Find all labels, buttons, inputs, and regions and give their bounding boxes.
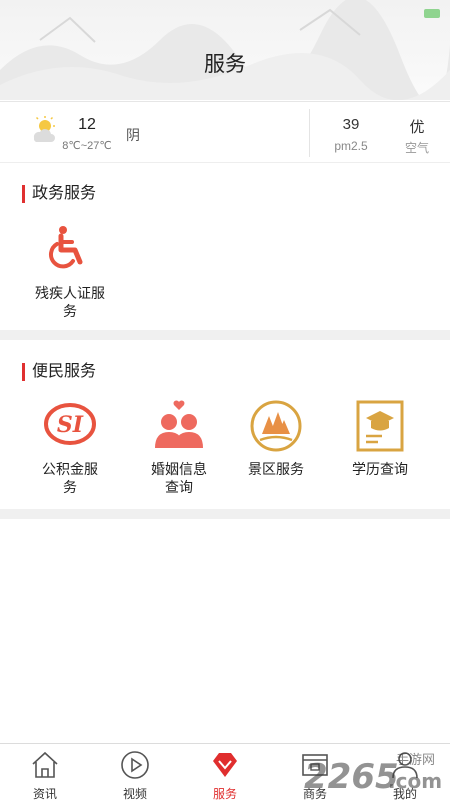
education-query[interactable]: 学历查询 [330,398,430,478]
scenic-area-service[interactable]: 景区服务 [226,398,326,478]
housing-fund-label: 公积金服务 [42,461,98,495]
education-query-label: 学历查询 [352,461,408,477]
tab-video-label: 视频 [122,787,147,800]
temperature-range: 8℃~27℃ [62,140,112,152]
marriage-info-label: 婚姻信息查询 [151,461,207,495]
page-title: 服务 [204,53,246,76]
page-header: 服务 [0,0,450,100]
tab-service[interactable]: 服务 [180,744,270,800]
site-watermark-logo: 2265 .com 手游网 [304,753,442,797]
air-quality-label: 空气 [404,141,429,155]
watermark-main-text: 2265 [304,757,399,797]
watermark-domain-text: .com [388,769,442,793]
battery-icon [424,9,440,18]
watermark-cn-text: 手游网 [396,753,435,768]
couple-heart-icon [155,400,203,448]
weather-bar: 12 8℃~27℃ 阴 39 pm2.5 优 空气 [0,101,450,163]
scenic-area-label: 景区服务 [248,461,304,477]
housing-fund-logo-icon: SI [44,403,96,445]
tab-video[interactable]: 视频 [90,744,180,800]
tab-service-label: 服务 [212,787,237,800]
pm25-label: pm2.5 [334,139,368,153]
cloudy-sun-icon [33,116,55,142]
wheelchair-icon [49,226,83,269]
svg-text:SI: SI [57,412,84,438]
play-icon [121,751,149,779]
disability-cert-label: 残疾人证服务 [35,285,105,319]
weather-divider [309,109,310,157]
marriage-info-query[interactable]: 婚姻信息查询 [129,398,229,496]
mountain-scenic-icon [250,400,302,452]
graduation-cap-icon [356,400,404,452]
pm25-value: 39 [342,116,360,133]
disability-cert-service[interactable]: 残疾人证服务 [20,222,120,320]
gov-section-title: 政务服务 [22,185,96,203]
tab-news[interactable]: 资讯 [0,744,90,800]
housing-fund-service[interactable]: SI 公积金服务 [20,398,120,496]
service-diamond-icon [213,753,237,777]
tab-news-label: 资讯 [32,787,57,800]
section-gap [0,509,450,519]
section-gap [0,330,450,340]
temperature-value: 12 [78,116,96,133]
weather-condition: 阴 [126,127,140,143]
civil-section-title: 便民服务 [22,363,96,381]
house-icon [32,751,58,778]
air-quality-value: 优 [409,119,425,136]
